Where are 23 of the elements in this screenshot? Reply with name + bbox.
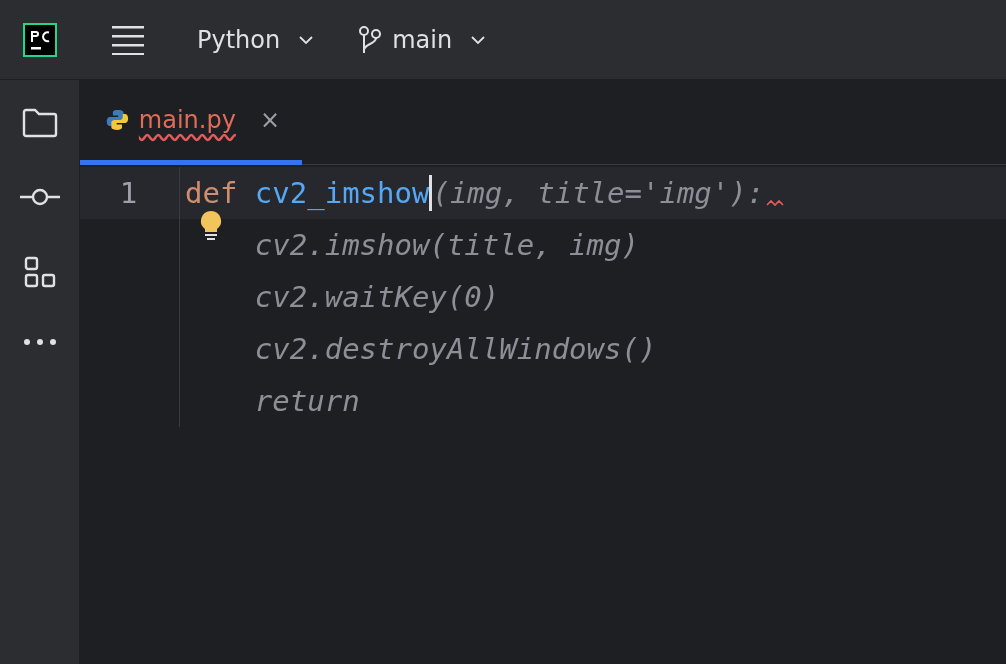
text-caret [429, 175, 433, 211]
branch-icon [358, 24, 383, 55]
completion-text: cv2.destroyAllWindows() [253, 332, 657, 366]
commit-icon[interactable] [19, 188, 60, 206]
close-icon[interactable]: × [259, 106, 280, 134]
lightbulb-icon[interactable] [200, 210, 222, 240]
structure-icon[interactable] [23, 256, 56, 288]
completion-text: cv2.waitKey(0) [253, 280, 500, 314]
folder-icon[interactable] [21, 108, 58, 138]
code-text: def [185, 176, 239, 210]
line-number: 1 [119, 176, 138, 210]
menu-icon[interactable] [111, 24, 145, 55]
more-icon[interactable] [22, 338, 57, 346]
code-text: cv2_imshow [254, 176, 430, 210]
chevron-down-icon [470, 34, 487, 45]
completion-text: (img, title='img'): [432, 176, 765, 210]
branch-dropdown[interactable]: main [358, 24, 487, 55]
completion-text: return [253, 384, 360, 418]
project-dropdown[interactable]: Python [197, 25, 315, 54]
completion-text: cv2.imshow(title, img) [253, 228, 639, 262]
chevron-down-icon [298, 34, 315, 45]
tab-label: main.py [138, 106, 236, 134]
app-logo-icon[interactable] [23, 22, 57, 57]
